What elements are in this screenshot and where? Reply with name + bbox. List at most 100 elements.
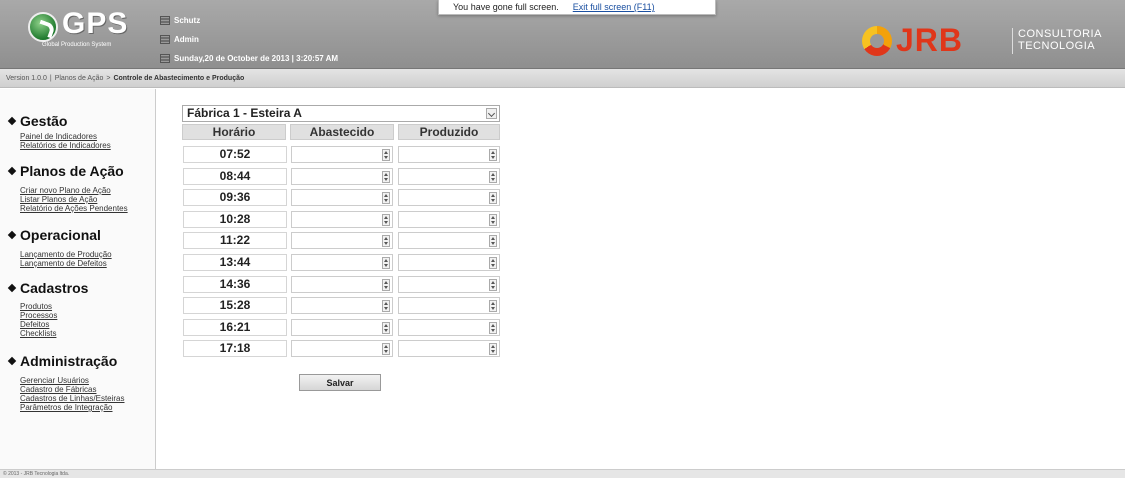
sidebar-link-cadastro-linhas[interactable]: Cadastros de Linhas/Esteiras [20,394,125,403]
spinner-arrows-icon[interactable] [382,171,390,183]
breadcrumb-separator: | [49,74,52,82]
produzido-input[interactable] [398,297,500,314]
globe-icon [28,12,58,42]
spinner-arrows-icon[interactable] [489,257,497,269]
fullscreen-message: You have gone full screen. [453,2,559,12]
time-cell: 09:36 [183,189,287,206]
breadcrumb-arrow: > [106,74,111,82]
sidebar-link-defeitos[interactable]: Defeitos [20,320,49,329]
produzido-input[interactable] [398,319,500,336]
abastecido-input[interactable] [291,146,393,163]
spinner-arrows-icon[interactable] [489,171,497,183]
spinner-arrows-icon[interactable] [489,192,497,204]
jrb-swirl-icon [862,26,892,56]
spinner-arrows-icon[interactable] [382,343,390,355]
sidebar-link-criar-plano[interactable]: Criar novo Plano de Ação [20,186,111,195]
spinner-arrows-icon[interactable] [489,149,497,161]
user-icon [160,34,170,44]
abastecido-input[interactable] [291,254,393,271]
sidebar-link-lancamento-producao[interactable]: Lançamento de Produção [20,250,112,259]
jrb-divider [1012,28,1013,54]
time-cell: 14:36 [183,276,287,293]
abastecido-input[interactable] [291,319,393,336]
sidebar-section-planos: Planos de Ação [8,163,124,179]
exit-fullscreen-link[interactable]: Exit full screen (F11) [573,2,655,12]
version-text: Version 1.0.0 [6,74,47,82]
spinner-arrows-icon[interactable] [382,149,390,161]
abastecido-input[interactable] [291,189,393,206]
produzido-input[interactable] [398,211,500,228]
produzido-input[interactable] [398,340,500,357]
jrb-tagline: CONSULTORIA TECNOLOGIA [1018,28,1102,52]
sidebar-link-relatorios-indicadores[interactable]: Relatórios de Indicadores [20,141,111,150]
spinner-arrows-icon[interactable] [382,192,390,204]
abastecido-input[interactable] [291,232,393,249]
sidebar-link-lancamento-defeitos[interactable]: Lançamento de Defeitos [20,259,107,268]
abastecido-input[interactable] [291,211,393,228]
time-cell: 13:44 [183,254,287,271]
bullet-icon [8,167,16,176]
spinner-arrows-icon[interactable] [382,257,390,269]
sidebar-link-listar-planos[interactable]: Listar Planos de Ação [20,195,97,204]
spinner-arrows-icon[interactable] [382,279,390,291]
spinner-arrows-icon[interactable] [489,343,497,355]
produzido-input[interactable] [398,168,500,185]
spinner-arrows-icon[interactable] [489,322,497,334]
column-header-abastecido: Abastecido [290,124,394,140]
company-name: Schutz [174,15,201,25]
spinner-arrows-icon[interactable] [382,322,390,334]
spinner-arrows-icon[interactable] [382,214,390,226]
sidebar-section-operacional: Operacional [8,227,101,243]
spinner-arrows-icon[interactable] [382,300,390,312]
bullet-icon [8,231,16,240]
produzido-input[interactable] [398,189,500,206]
sidebar-link-painel-indicadores[interactable]: Painel de Indicadores [20,132,97,141]
column-header-horario: Horário [182,124,286,140]
breadcrumb-section[interactable]: Planos de Ação [55,75,104,82]
sidebar-link-gerenciar-usuarios[interactable]: Gerenciar Usuários [20,376,89,385]
sidebar-link-checklists[interactable]: Checklists [20,329,56,338]
sidebar-link-parametros-integracao[interactable]: Parâmetros de Integração [20,403,113,412]
footer: © 2013 - JRB Tecnologia ltda. [0,469,1125,478]
jrb-tagline-line2: TECNOLOGIA [1018,40,1096,52]
breadcrumb-current: Controle de Abastecimento e Produção [113,74,245,82]
sidebar-link-produtos[interactable]: Produtos [20,302,52,311]
abastecido-input[interactable] [291,276,393,293]
jrb-logo: JRB CONSULTORIA TECNOLOGIA [862,22,1122,62]
breadcrumb: Version 1.0.0 | Planos de Ação > Control… [0,69,1125,88]
sidebar-section-cadastros: Cadastros [8,280,88,296]
sidebar-link-processos[interactable]: Processos [20,311,57,320]
spinner-arrows-icon[interactable] [489,214,497,226]
time-cell: 15:28 [183,297,287,314]
abastecido-input[interactable] [291,297,393,314]
produzido-input[interactable] [398,146,500,163]
logo-text: GPS [62,7,129,40]
bullet-icon [8,284,16,293]
company-icon [160,15,170,25]
logo-subtitle: Global Production System [42,42,112,48]
save-button[interactable]: Salvar [299,374,381,391]
produzido-input[interactable] [398,276,500,293]
sidebar-link-relatorio-acoes[interactable]: Relatório de Ações Pendentes [20,204,128,213]
spinner-arrows-icon[interactable] [382,235,390,247]
sidebar-section-title: Cadastros [20,280,89,296]
datetime-text: Sunday,20 de October de 2013 | 3:20:57 A… [174,53,339,63]
produzido-input[interactable] [398,254,500,271]
line-select-value: Fábrica 1 - Esteira A [187,106,302,120]
produzido-input[interactable] [398,232,500,249]
sidebar-link-cadastro-fabricas[interactable]: Cadastro de Fábricas [20,385,96,394]
info-datetime: Sunday,20 de October de 2013 | 3:20:57 A… [160,52,338,64]
spinner-arrows-icon[interactable] [489,300,497,312]
abastecido-input[interactable] [291,168,393,185]
time-cell: 10:28 [183,211,287,228]
gps-logo: GPS Global Production System [28,7,146,54]
spinner-arrows-icon[interactable] [489,235,497,247]
sidebar-section-title: Operacional [20,227,101,243]
abastecido-input[interactable] [291,340,393,357]
chevron-down-icon[interactable] [486,108,497,119]
jrb-tagline-line1: CONSULTORIA [1018,28,1102,40]
sidebar-section-administracao: Administração [8,353,117,369]
spinner-arrows-icon[interactable] [489,279,497,291]
column-header-produzido: Produzido [398,124,500,140]
line-select[interactable]: Fábrica 1 - Esteira A [182,105,500,122]
